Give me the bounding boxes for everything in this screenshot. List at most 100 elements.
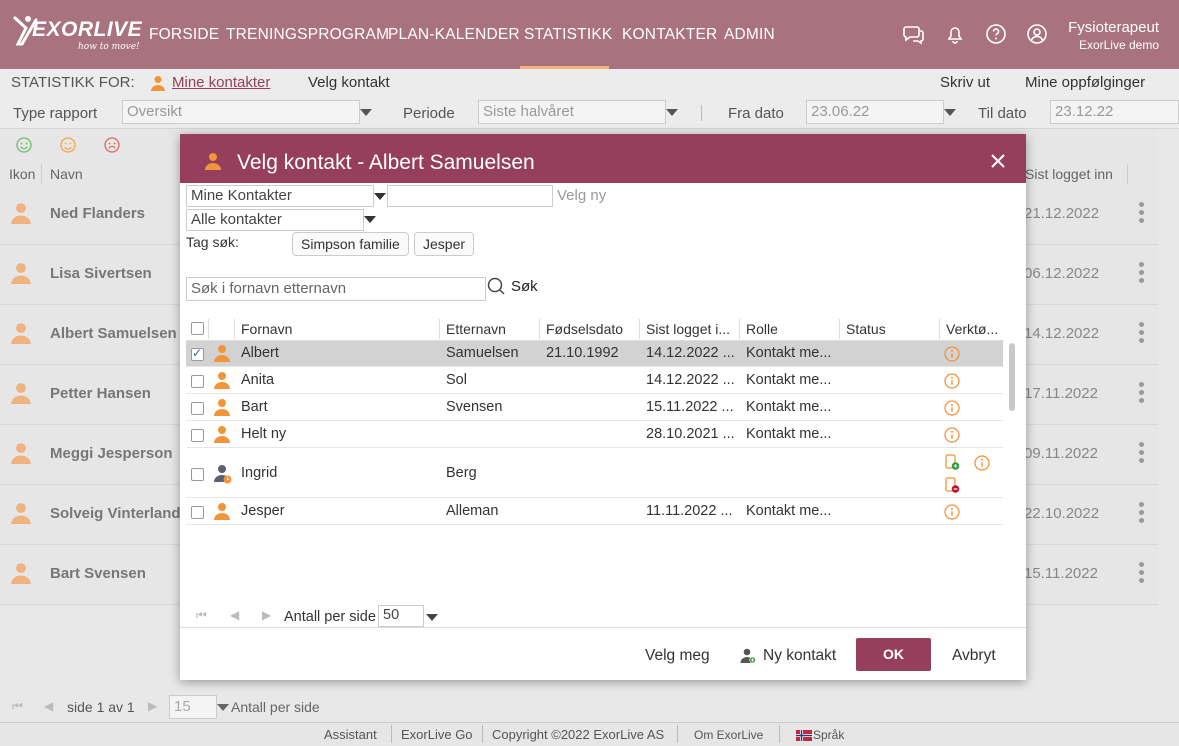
all-contacts-select[interactable]: Alle kontakter <box>186 209 364 231</box>
next-page-icon[interactable]: ▶ <box>262 608 271 622</box>
row-checkbox[interactable] <box>191 346 204 361</box>
scrollbar-thumb[interactable] <box>1009 343 1015 411</box>
report-type-select[interactable]: Oversikt <box>122 100 360 124</box>
next-page-icon[interactable]: ▶ <box>148 699 157 713</box>
grid-scrollbar[interactable] <box>1008 342 1016 614</box>
new-contact-button[interactable]: Ny kontakt <box>763 647 836 665</box>
choose-me-button[interactable]: Velg meg <box>645 647 710 665</box>
more-options-icon[interactable] <box>1139 262 1145 286</box>
column-header-lastname[interactable]: Etternavn <box>446 321 506 337</box>
bell-icon[interactable] <box>944 23 966 45</box>
chevron-down-icon[interactable] <box>360 109 372 116</box>
footer-exorlive-go-link[interactable]: ExorLive Go <box>401 727 473 742</box>
neutral-face-icon[interactable] <box>60 137 76 153</box>
more-options-icon[interactable] <box>1139 502 1145 526</box>
column-header-dob[interactable]: Fødselsdato <box>546 321 623 337</box>
contact-row[interactable]: Anita Sol 14.12.2022 ... Kontakt me... <box>186 368 1003 394</box>
info-icon[interactable] <box>944 427 960 443</box>
column-header-last-login[interactable]: Sist logget inn <box>1025 166 1113 182</box>
chevron-down-icon[interactable] <box>666 109 678 116</box>
first-page-icon[interactable]: ⏮ <box>196 608 207 623</box>
prev-page-icon[interactable]: ◀ <box>230 608 239 622</box>
contact-name[interactable]: Ned Flanders <box>50 205 145 222</box>
info-icon[interactable] <box>944 504 960 520</box>
chevron-down-icon[interactable] <box>374 193 386 200</box>
search-button[interactable]: Søk <box>511 278 538 295</box>
column-header-icon[interactable]: Ikon <box>9 166 35 182</box>
row-checkbox[interactable] <box>191 402 204 415</box>
chevron-down-icon[interactable] <box>426 614 438 621</box>
to-date-input[interactable]: 23.12.22 <box>1050 100 1179 124</box>
contact-name[interactable]: Lisa Sivertsen <box>50 265 152 282</box>
contact-name[interactable]: Bart Svensen <box>50 565 146 582</box>
column-header-firstname[interactable]: Fornavn <box>241 321 292 337</box>
more-options-icon[interactable] <box>1139 202 1145 226</box>
tag-chip-jesper[interactable]: Jesper <box>414 232 475 256</box>
column-header-tools[interactable]: Verktø... <box>946 321 998 337</box>
contacts-source-select[interactable]: Mine Kontakter <box>186 185 374 207</box>
row-checkbox[interactable] <box>191 429 204 442</box>
contact-row[interactable]: Ingrid Berg <box>186 449 1003 498</box>
search-icon[interactable] <box>487 277 505 295</box>
language-link[interactable]: Språk <box>813 728 844 742</box>
more-options-icon[interactable] <box>1139 442 1145 466</box>
new-contact-input[interactable] <box>387 185 553 207</box>
nav-statistikk[interactable]: STATISTIKK <box>524 26 612 44</box>
contact-name[interactable]: Petter Hansen <box>50 385 151 402</box>
contact-row[interactable]: Helt ny 28.10.2021 ... Kontakt me... <box>186 422 1003 448</box>
row-checkbox[interactable] <box>191 506 204 519</box>
info-icon[interactable] <box>944 373 960 389</box>
column-header-name[interactable]: Navn <box>50 166 83 182</box>
nav-treningsprogram[interactable]: TRENINGSPROGRAM <box>226 26 389 44</box>
info-icon[interactable] <box>944 346 960 362</box>
more-options-icon[interactable] <box>1139 322 1145 346</box>
prev-page-icon[interactable]: ◀ <box>44 699 53 713</box>
footer-assistant-link[interactable]: Assistant <box>324 727 377 742</box>
choose-contact-dropdown[interactable]: Velg kontakt <box>308 74 390 91</box>
contact-name[interactable]: Solveig Vinterland <box>50 505 181 522</box>
row-checkbox[interactable] <box>191 468 204 481</box>
footer-about-link[interactable]: Om ExorLive <box>694 728 763 742</box>
tag-chip-simpson[interactable]: Simpson familie <box>292 232 409 256</box>
accept-invite-icon[interactable] <box>944 454 960 470</box>
column-header-role[interactable]: Rolle <box>746 321 778 337</box>
chevron-down-icon[interactable] <box>944 109 956 116</box>
exorlive-logo[interactable]: EXORLIVE how to move! <box>12 14 142 56</box>
close-icon[interactable] <box>990 153 1006 169</box>
followups-button[interactable]: Mine oppfølginger <box>1025 74 1145 91</box>
nav-admin[interactable]: ADMIN <box>724 26 775 44</box>
nav-plan-kalender[interactable]: PLAN-KALENDER <box>388 26 520 44</box>
user-role[interactable]: Fysioterapeut <box>1068 19 1159 36</box>
info-icon[interactable] <box>974 455 990 471</box>
chevron-down-icon[interactable] <box>364 216 376 223</box>
choose-new-link[interactable]: Velg ny <box>557 187 606 204</box>
more-options-icon[interactable] <box>1139 562 1145 586</box>
per-page-select[interactable]: 15 <box>169 695 217 719</box>
decline-invite-icon[interactable] <box>944 477 960 493</box>
print-button[interactable]: Skriv ut <box>940 74 990 91</box>
user-account-icon[interactable] <box>1026 23 1048 45</box>
ok-button[interactable]: OK <box>856 638 931 671</box>
row-checkbox[interactable] <box>191 375 204 388</box>
contact-row[interactable]: Albert Samuelsen 21.10.1992 14.12.2022 ... K… <box>186 341 1003 367</box>
norway-flag-icon[interactable] <box>796 730 812 741</box>
period-select[interactable]: Siste halvåret <box>478 100 666 124</box>
my-contacts-link[interactable]: Mine kontakter <box>172 74 270 91</box>
search-input[interactable]: Søk i fornavn etternavn <box>186 277 486 301</box>
contact-name[interactable]: Albert Samuelsen <box>50 325 177 342</box>
select-all-checkbox[interactable] <box>191 322 204 335</box>
info-icon[interactable] <box>944 400 960 416</box>
nav-kontakter[interactable]: KONTAKTER <box>622 26 717 44</box>
help-icon[interactable] <box>985 23 1007 45</box>
chevron-down-icon[interactable] <box>217 704 229 711</box>
chat-icon[interactable] <box>903 23 925 45</box>
contact-row[interactable]: Bart Svensen 15.11.2022 ... Kontakt me... <box>186 395 1003 421</box>
first-page-icon[interactable]: ⏮ <box>12 699 23 714</box>
contact-row[interactable]: Jesper Alleman 11.11.2022 ... Kontakt me... <box>186 499 1003 525</box>
column-header-last-login[interactable]: Sist logget i... <box>646 321 730 337</box>
per-page-select[interactable]: 50 <box>378 605 424 627</box>
more-options-icon[interactable] <box>1139 382 1145 406</box>
from-date-input[interactable]: 23.06.22 <box>806 100 944 124</box>
column-header-status[interactable]: Status <box>846 321 886 337</box>
happy-face-icon[interactable] <box>16 137 32 153</box>
